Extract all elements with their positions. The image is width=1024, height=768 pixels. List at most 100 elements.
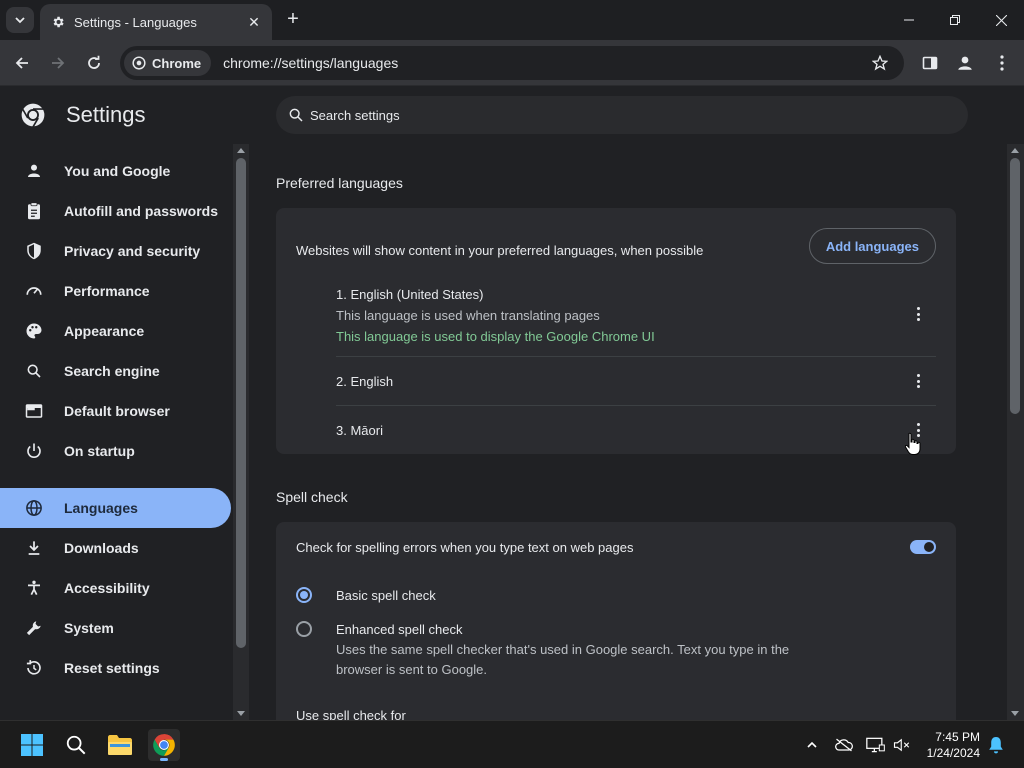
system-clock[interactable]: 7:45 PM 1/24/2024 <box>927 729 980 761</box>
scrollbar-thumb[interactable] <box>1010 158 1020 414</box>
chevron-up-icon <box>807 741 817 748</box>
search-input[interactable]: Search settings <box>276 96 968 134</box>
sidebar-item-you-and-google[interactable]: You and Google <box>0 151 231 191</box>
sidebar-scrollbar[interactable] <box>233 144 249 720</box>
chrome-logo-icon <box>153 734 175 756</box>
language-row: 2. English <box>336 374 936 389</box>
search-placeholder: Search settings <box>310 107 400 123</box>
language-more-actions-button[interactable] <box>910 304 926 324</box>
sidebar-item-reset[interactable]: Reset settings <box>0 648 231 688</box>
network-icon <box>866 737 885 753</box>
wrench-icon <box>24 618 44 638</box>
divider <box>336 405 936 406</box>
more-vert-icon <box>916 374 920 377</box>
address-bar[interactable]: Chrome chrome://settings/languages <box>120 46 904 80</box>
forward-button[interactable] <box>46 51 70 75</box>
page-title: Settings <box>66 102 146 127</box>
more-vert-icon <box>916 423 920 426</box>
onedrive-tray-icon[interactable] <box>834 735 854 755</box>
taskbar: 7:45 PM 1/24/2024 <box>0 720 1024 768</box>
settings-sidebar: You and Google Autofill and passwords Pr… <box>0 150 232 720</box>
main-scrollbar[interactable] <box>1007 144 1024 720</box>
clock-time: 7:45 PM <box>935 730 980 744</box>
sidebar-item-label: Downloads <box>64 540 139 556</box>
close-icon <box>995 14 1007 26</box>
scroll-down-arrow[interactable] <box>237 711 245 716</box>
sidebar-item-privacy[interactable]: Privacy and security <box>0 231 231 271</box>
file-explorer-button[interactable] <box>104 729 136 761</box>
url-text[interactable]: chrome://settings/languages <box>223 55 868 71</box>
globe-icon <box>24 498 44 518</box>
add-languages-button[interactable]: Add languages <box>808 228 936 264</box>
volume-tray-icon[interactable] <box>892 735 912 755</box>
sidebar-item-autofill[interactable]: Autofill and passwords <box>0 191 231 231</box>
power-icon <box>24 441 44 461</box>
taskbar-search-button[interactable] <box>60 729 92 761</box>
sidebar-item-label: Autofill and passwords <box>64 203 219 219</box>
scrollbar-thumb[interactable] <box>236 158 246 648</box>
sidebar-item-appearance[interactable]: Appearance <box>0 311 231 351</box>
minimize-icon <box>904 19 914 21</box>
enhanced-spell-check-radio[interactable] <box>296 621 312 637</box>
reload-icon <box>88 55 100 69</box>
scroll-up-arrow[interactable] <box>237 148 245 153</box>
scroll-down-arrow[interactable] <box>1011 711 1019 716</box>
section-title-preferred-languages: Preferred languages <box>276 175 403 191</box>
sidebar-item-search-engine[interactable]: Search engine <box>0 351 231 391</box>
clipboard-icon <box>24 201 44 221</box>
volume-muted-icon <box>893 738 910 752</box>
language-row: 3. Māori <box>336 423 936 438</box>
search-icon <box>66 735 86 755</box>
sidebar-item-downloads[interactable]: Downloads <box>0 528 231 568</box>
sidebar-item-on-startup[interactable]: On startup <box>0 431 231 471</box>
close-window-button[interactable] <box>978 0 1024 40</box>
sidebar-item-label: On startup <box>64 443 135 459</box>
folder-icon <box>108 735 132 755</box>
sidebar-item-label: Accessibility <box>64 580 150 596</box>
sidebar-item-languages[interactable]: Languages <box>0 488 231 528</box>
language-name: 1. English (United States) <box>336 287 484 302</box>
sidebar-item-default-browser[interactable]: Default browser <box>0 391 231 431</box>
sidebar-item-performance[interactable]: Performance <box>0 271 231 311</box>
sidebar-item-system[interactable]: System <box>0 608 231 648</box>
enhanced-spell-check-label: Enhanced spell check <box>336 622 463 637</box>
tab-search-button[interactable] <box>6 7 34 33</box>
avatar-icon <box>958 56 972 70</box>
scroll-up-arrow[interactable] <box>1011 148 1019 153</box>
new-tab-button[interactable]: + <box>282 8 304 30</box>
tab-settings[interactable]: Settings - Languages ✕ <box>40 4 272 40</box>
spell-check-toggle[interactable] <box>910 540 936 554</box>
close-tab-icon[interactable]: ✕ <box>246 14 262 30</box>
sidebar-item-accessibility[interactable]: Accessibility <box>0 568 231 608</box>
side-panel-button[interactable] <box>918 51 942 75</box>
bookmark-button[interactable] <box>868 51 892 75</box>
speedometer-icon <box>24 281 44 301</box>
language-more-actions-button[interactable] <box>910 371 926 391</box>
basic-spell-check-radio[interactable] <box>296 587 312 603</box>
basic-spell-check-label: Basic spell check <box>336 588 436 603</box>
notifications-button[interactable] <box>986 735 1006 755</box>
chrome-taskbar-button[interactable] <box>148 729 180 761</box>
bell-icon <box>989 737 1003 754</box>
browser-icon <box>24 401 44 421</box>
settings-page: Settings Search settings You and Google … <box>0 86 1024 732</box>
reset-icon <box>24 658 44 678</box>
site-info-chip[interactable]: Chrome <box>124 50 212 76</box>
menu-button[interactable] <box>990 51 1014 75</box>
clock-date: 1/24/2024 <box>926 746 980 760</box>
restore-button[interactable] <box>932 0 978 40</box>
minimize-button[interactable] <box>886 0 932 40</box>
preferred-languages-description: Websites will show content in your prefe… <box>296 243 704 258</box>
profile-button[interactable] <box>953 51 977 75</box>
show-hidden-icons-button[interactable] <box>802 735 822 755</box>
network-tray-icon[interactable] <box>866 735 886 755</box>
arrow-left-icon <box>15 57 28 69</box>
search-icon <box>24 361 44 381</box>
language-ui-note: This language is used to display the Goo… <box>336 329 655 344</box>
sidebar-item-label: Search engine <box>64 363 160 379</box>
back-button[interactable] <box>10 51 34 75</box>
reload-button[interactable] <box>82 51 106 75</box>
start-button[interactable] <box>16 729 48 761</box>
sidebar-item-label: Reset settings <box>64 660 160 676</box>
language-name: 2. English <box>336 374 394 389</box>
